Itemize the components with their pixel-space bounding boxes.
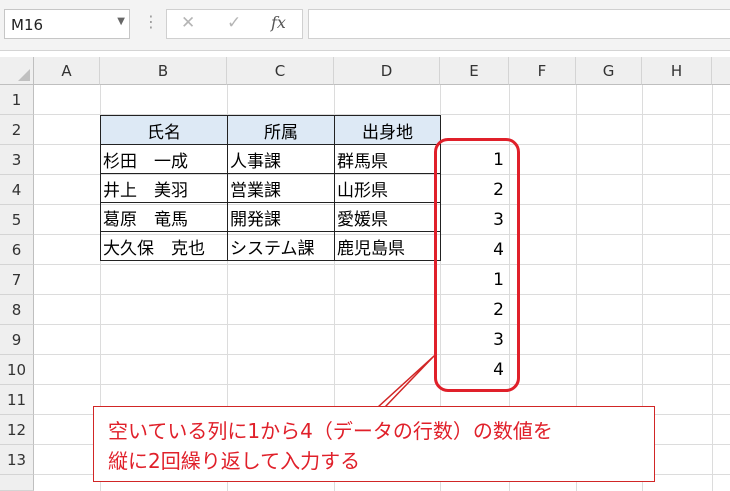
callout-line-2: 縦に2回繰り返して入力する	[108, 449, 361, 473]
callout-text: 空いている列に1から4（データの行数）の数値を 縦に2回繰り返して入力する	[108, 416, 553, 476]
callout-line-1: 空いている列に1から4（データの行数）の数値を	[108, 419, 553, 443]
callout-box: 空いている列に1から4（データの行数）の数値を 縦に2回繰り返して入力する	[93, 406, 655, 482]
